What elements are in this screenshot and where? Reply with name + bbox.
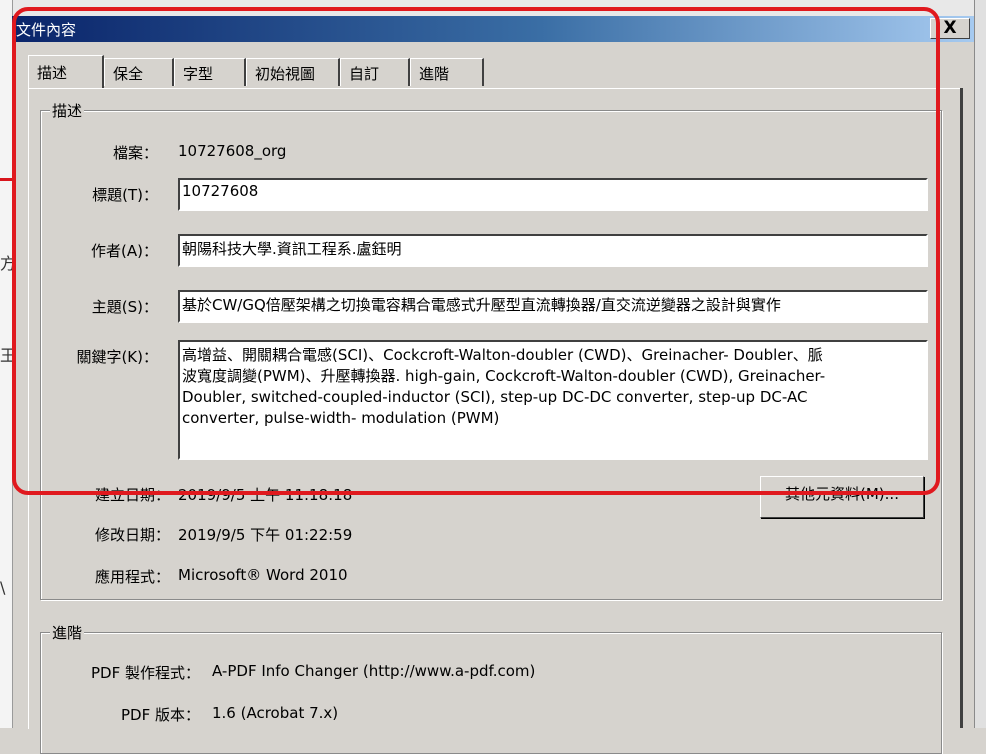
background-window-right-edge <box>974 0 986 728</box>
created-label: 建立日期： <box>94 486 170 504</box>
dialog-title-bar[interactable]: 文件內容 X <box>12 16 974 42</box>
background-glyph: 方 <box>0 254 17 273</box>
tab-description[interactable]: 描述 <box>28 55 104 88</box>
pdf-version-value: 1.6 (Acrobat 7.x) <box>212 704 339 722</box>
keywords-line: 高增益、開關耦合電感(SCI)、Cockcroft-Walton-doubler… <box>182 346 823 364</box>
close-icon: X <box>943 18 957 38</box>
background-red-mark <box>0 178 12 181</box>
background-glyph: \ <box>0 578 6 597</box>
file-label: 檔案： <box>112 144 158 162</box>
author-field[interactable]: 朝陽科技大學.資訊工程系.盧鈺明 <box>178 234 928 267</box>
modified-value: 2019/9/5 下午 01:22:59 <box>178 526 353 544</box>
created-value: 2019/9/5 上午 11:18:18 <box>178 486 353 504</box>
file-value: 10727608_org <box>178 142 287 160</box>
tab-fonts[interactable]: 字型 <box>174 58 246 86</box>
more-metadata-button[interactable]: 其他元資料(M)... <box>760 476 924 518</box>
tab-pane-edge <box>960 88 963 728</box>
pdf-producer-value: A-PDF Info Changer (http://www.a-pdf.com… <box>212 662 536 680</box>
keywords-textarea[interactable]: 高增益、開關耦合電感(SCI)、Cockcroft-Walton-doubler… <box>178 340 928 460</box>
close-button[interactable]: X <box>930 18 970 39</box>
keywords-label: 關鍵字(K)： <box>76 348 158 366</box>
pdf-version-label: PDF 版本： <box>121 706 200 724</box>
subject-label: 主題(S)： <box>91 298 158 316</box>
dialog-title: 文件內容 <box>16 21 77 39</box>
application-label: 應用程式： <box>94 568 170 586</box>
keywords-line: converter, pulse-width- modulation (PWM) <box>182 409 500 427</box>
title-field[interactable]: 10727608 <box>178 178 928 211</box>
author-label: 作者(A)： <box>91 242 158 260</box>
subject-field[interactable]: 基於CW/GQ倍壓架構之切換電容耦合電感式升壓型直流轉換器/直交流逆變器之設計與… <box>178 290 928 323</box>
application-value: Microsoft® Word 2010 <box>178 566 348 584</box>
background-glyph: 王 <box>0 346 17 365</box>
modified-label: 修改日期： <box>94 526 170 544</box>
tab-security[interactable]: 保全 <box>104 58 174 86</box>
advanced-group <box>40 632 942 754</box>
advanced-legend: 進階 <box>50 622 85 643</box>
pdf-producer-label: PDF 製作程式： <box>91 664 200 682</box>
tab-custom[interactable]: 自訂 <box>340 58 410 86</box>
description-legend: 描述 <box>50 100 85 121</box>
tab-initial-view[interactable]: 初始視圖 <box>246 58 340 86</box>
keywords-line: 波寬度調變(PWM)、升壓轉換器. high-gain, Cockcroft-W… <box>182 367 826 385</box>
title-label: 標題(T)： <box>92 186 158 204</box>
keywords-line: Doubler, switched-coupled-inductor (SCI)… <box>182 388 808 406</box>
background-window-edge <box>0 0 986 16</box>
tab-advanced[interactable]: 進階 <box>410 58 484 86</box>
